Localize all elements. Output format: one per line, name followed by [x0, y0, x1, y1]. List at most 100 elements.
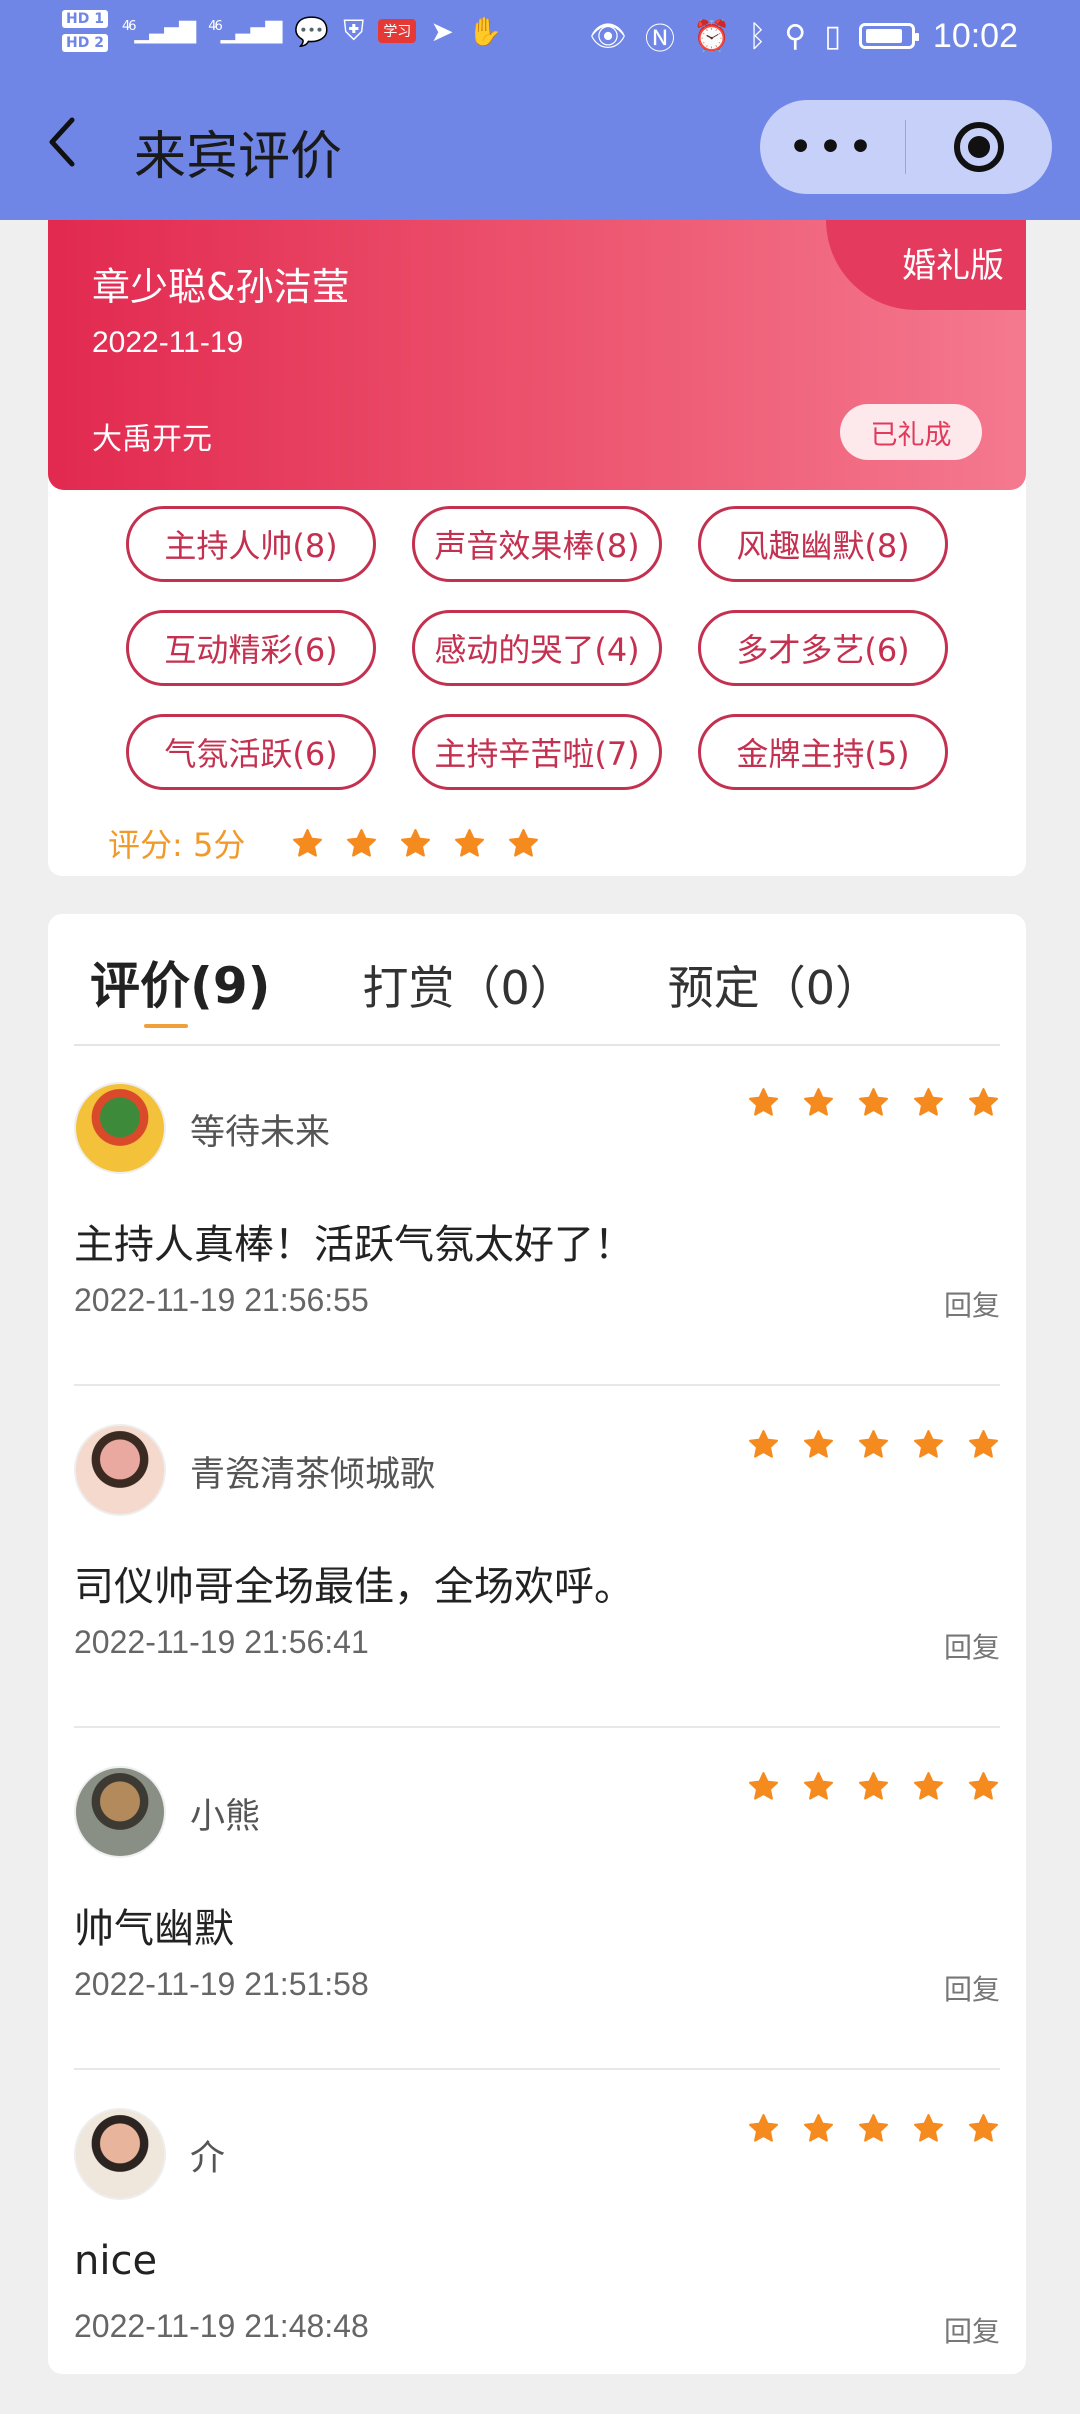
review-time: 2022-11-19 21:56:55: [74, 1282, 369, 1318]
review-text: 主持人真棒！活跃气氛太好了！: [74, 1222, 634, 1268]
wechat-icon: 💬: [294, 14, 330, 48]
tab-tips[interactable]: 打赏（0）: [363, 952, 576, 1018]
hd1-label: HD 1: [62, 10, 108, 28]
close-mini-program-button[interactable]: [906, 100, 1052, 194]
avatar[interactable]: [74, 1424, 166, 1516]
review-item: 小熊 帅气幽默 2022-11-19 21:51:58 回复: [74, 1730, 1000, 2072]
reply-link[interactable]: 回复: [944, 2310, 1000, 2350]
edition-label: 婚礼版: [902, 246, 1004, 286]
review-stars: [747, 1770, 1000, 1803]
review-time: 2022-11-19 21:51:58: [74, 1966, 369, 2002]
overall-score: 评分: 5分: [108, 820, 540, 866]
review-text: nice: [74, 2238, 158, 2284]
review-item: 介 nice 2022-11-19 21:48:48 回复: [74, 2072, 1000, 2414]
tag-grid: 主持人帅(8) 声音效果棒(8) 风趣幽默(8) 互动精彩(6) 感动的哭了(4…: [126, 506, 966, 790]
hd-indicator: HD 1 HD 2: [62, 10, 108, 52]
review-text: 司仪帅哥全场最佳，全场欢呼。: [74, 1564, 634, 1610]
reviewer-name: 小熊: [190, 1797, 261, 1837]
review-stars: [747, 1428, 1000, 1461]
more-icon: •••: [787, 121, 878, 173]
tag-item[interactable]: 感动的哭了(4): [412, 610, 662, 686]
star-icon: [747, 1086, 780, 1119]
telegram-icon: ➤: [430, 14, 454, 48]
review-time: 2022-11-19 21:56:41: [74, 1624, 369, 1660]
star-icon: [802, 2112, 835, 2145]
tag-item[interactable]: 声音效果棒(8): [412, 506, 662, 582]
event-place: 大禹开元: [92, 422, 212, 457]
review-item: 等待未来 主持人真棒！活跃气氛太好了！ 2022-11-19 21:56:55 …: [74, 1046, 1000, 1388]
tag-item[interactable]: 风趣幽默(8): [698, 506, 948, 582]
star-icon: [747, 2112, 780, 2145]
star-icon: [912, 1428, 945, 1461]
star-icon: [912, 1086, 945, 1119]
star-icon: [345, 827, 378, 860]
active-tab-indicator: [144, 1024, 188, 1028]
tag-item[interactable]: 气氛活跃(6): [126, 714, 376, 790]
status-time: 10:02: [932, 16, 1018, 55]
star-icon: [967, 1086, 1000, 1119]
tab-bookings[interactable]: 预定（0）: [668, 952, 881, 1018]
review-stars: [747, 1086, 1000, 1119]
net2-label: 46: [208, 18, 222, 34]
vibrate-icon: ▯: [824, 18, 841, 54]
signal-icon-2: 46▁▃▅▇: [208, 18, 282, 44]
star-icon: [857, 2112, 890, 2145]
score-label: 评分: 5分: [108, 826, 246, 864]
star-icon: [291, 827, 324, 860]
battery-icon: [858, 23, 919, 49]
avatar[interactable]: [74, 1082, 166, 1174]
event-banner: 婚礼版 章少聪&孙洁莹 2022-11-19 大禹开元 已礼成: [48, 220, 1026, 490]
status-bar: HD 1 HD 2 46▁▃▅▇ 46▁▃▅▇ 💬 ⛨ 学习 ➤ ✋ 👁 Ⓝ ⏰…: [0, 0, 1080, 78]
star-icon: [912, 1770, 945, 1803]
star-icon: [857, 1770, 890, 1803]
shield-icon: ⛨: [343, 14, 365, 47]
score-stars: [291, 827, 540, 860]
reply-link[interactable]: 回复: [944, 1284, 1000, 1324]
nfc-icon: Ⓝ: [645, 22, 676, 57]
more-button[interactable]: •••: [760, 100, 905, 194]
review-divider: [74, 1384, 1000, 1386]
back-button[interactable]: [40, 112, 90, 172]
star-icon: [507, 827, 540, 860]
avatar[interactable]: [74, 2108, 166, 2200]
star-icon: [802, 1086, 835, 1119]
event-date: 2022-11-19: [92, 326, 244, 359]
location-icon: ⚲: [784, 18, 807, 54]
review-text: 帅气幽默: [74, 1906, 234, 1952]
net1-label: 46: [121, 18, 136, 34]
review-divider: [74, 1726, 1000, 1728]
eye-icon: 👁: [588, 18, 628, 54]
signal-icon: 46▁▃▅▇: [121, 18, 196, 44]
status-left: HD 1 HD 2 46▁▃▅▇ 46▁▃▅▇ 💬 ⛨ 学习 ➤ ✋: [62, 10, 503, 52]
tag-item[interactable]: 金牌主持(5): [698, 714, 948, 790]
tag-item[interactable]: 互动精彩(6): [126, 610, 376, 686]
review-time: 2022-11-19 21:48:48: [74, 2308, 369, 2344]
star-icon: [967, 1428, 1000, 1461]
star-icon: [912, 2112, 945, 2145]
star-icon: [802, 1428, 835, 1461]
star-icon: [747, 1770, 780, 1803]
star-icon: [857, 1086, 890, 1119]
tag-item[interactable]: 主持人帅(8): [126, 506, 376, 582]
reply-link[interactable]: 回复: [944, 1626, 1000, 1666]
star-icon: [399, 827, 432, 860]
tag-item[interactable]: 多才多艺(6): [698, 610, 948, 686]
reply-link[interactable]: 回复: [944, 1968, 1000, 2008]
star-icon: [747, 1428, 780, 1461]
tab-bar: 评价(9) 打赏（0） 预定（0）: [90, 946, 973, 1018]
mini-program-capsule: •••: [760, 100, 1052, 194]
bluetooth-icon: ᛒ: [748, 18, 767, 54]
reviewer-name: 青瓷清茶倾城歌: [190, 1455, 436, 1495]
status-right: 👁 Ⓝ ⏰ ᛒ ⚲ ▯ 10:02: [589, 14, 1018, 58]
review-stars: [747, 2112, 1000, 2145]
tab-reviews[interactable]: 评价(9): [90, 946, 271, 1018]
star-icon: [453, 827, 486, 860]
page-title: 来宾评价: [134, 127, 343, 187]
avatar[interactable]: [74, 1766, 166, 1858]
star-icon: [802, 1770, 835, 1803]
tag-item[interactable]: 主持辛苦啦(7): [412, 714, 662, 790]
couple-names: 章少聪&孙洁莹: [92, 265, 350, 309]
chevron-left-icon: [49, 117, 75, 167]
reviewer-name: 等待未来: [190, 1113, 331, 1153]
star-icon: [967, 2112, 1000, 2145]
